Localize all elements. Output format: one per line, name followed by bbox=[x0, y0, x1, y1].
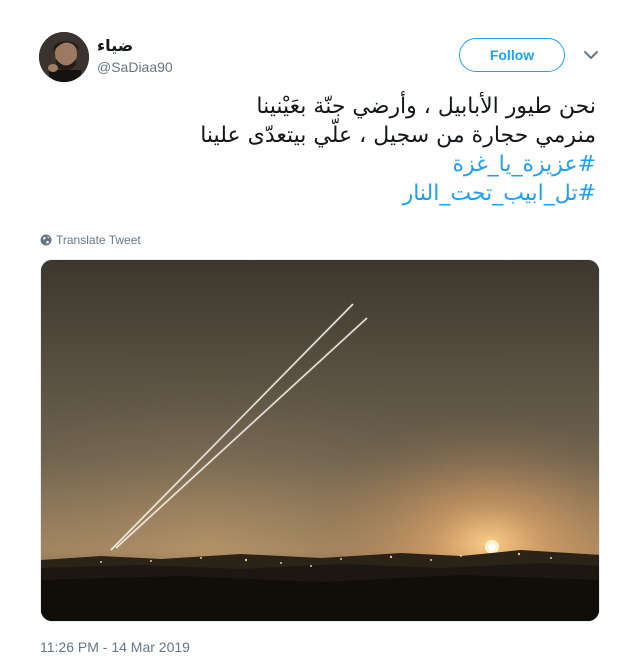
tweet-photo[interactable] bbox=[40, 259, 600, 622]
translate-tweet-link[interactable]: Translate Tweet bbox=[40, 233, 141, 247]
tweet-line: نحن طيور الأبابيل ، وأرضي جنّة بعَيْنينا bbox=[256, 94, 596, 119]
rocket-launch-photo bbox=[41, 260, 599, 621]
translate-label: Translate Tweet bbox=[56, 233, 141, 247]
avatar-image bbox=[39, 32, 89, 82]
follow-button[interactable]: Follow bbox=[459, 38, 565, 72]
display-name[interactable]: ضياء bbox=[97, 36, 133, 56]
avatar[interactable] bbox=[39, 32, 89, 82]
hashtag-link[interactable]: #تل_ابيب_تحت_النار bbox=[36, 179, 596, 208]
tweet-text: نحن طيور الأبابيل ، وأرضي جنّة بعَيْنينا… bbox=[36, 92, 596, 208]
tweet-timestamp[interactable]: 11:26 PM - 14 Mar 2019 bbox=[40, 639, 190, 655]
chevron-down-icon[interactable] bbox=[583, 48, 599, 62]
handle[interactable]: @SaDiaa90 bbox=[97, 59, 173, 75]
hashtag-link[interactable]: #عزيزة_يا_غزة bbox=[36, 150, 596, 179]
tweet-line: منرمي حجارة من سجيل ، علّي بيتعدّى علينا bbox=[200, 123, 596, 148]
globe-icon bbox=[40, 234, 52, 246]
